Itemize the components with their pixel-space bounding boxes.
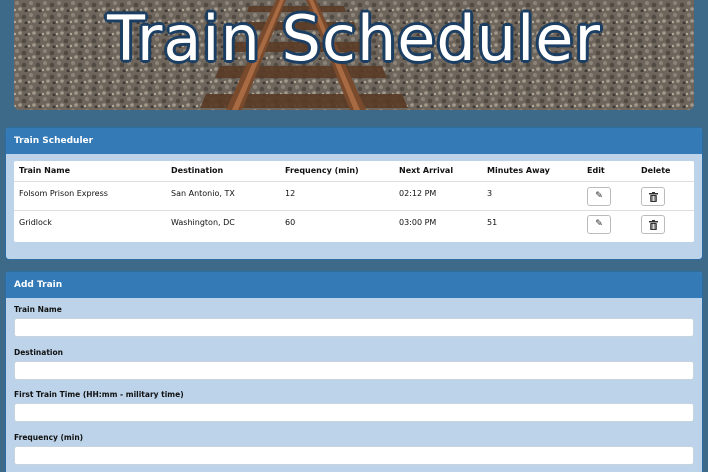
trash-icon — [648, 192, 658, 202]
table-header-row: Train Name Destination Frequency (min) N… — [14, 161, 694, 182]
delete-button[interactable] — [641, 187, 665, 206]
train-name-label: Train Name — [14, 305, 62, 314]
frequency-label: Frequency (min) — [14, 433, 84, 442]
destination-cell: San Antonio, TX — [171, 189, 235, 198]
edit-button[interactable]: ✎ — [587, 215, 611, 234]
pencil-icon: ✎ — [595, 219, 603, 229]
edit-button[interactable]: ✎ — [587, 187, 611, 206]
minutes-away-cell: 3 — [487, 189, 493, 198]
first-train-time-input[interactable] — [14, 403, 694, 422]
frequency-cell: 12 — [285, 189, 296, 198]
first-train-time-label: First Train Time (HH:mm - military time) — [14, 390, 184, 399]
train-name-cell: Gridlock — [19, 218, 52, 227]
column-header-frequency: Frequency (min) — [285, 166, 359, 175]
schedule-table: Train Name Destination Frequency (min) N… — [14, 161, 694, 242]
delete-button[interactable] — [641, 215, 665, 234]
next-arrival-cell: 02:12 PM — [399, 189, 437, 198]
schedule-panel-heading: Train Scheduler — [6, 128, 702, 154]
page-title: Train Scheduler — [107, 2, 601, 75]
add-train-panel: Add Train Train Name Destination First T… — [5, 271, 703, 472]
column-header-edit: Edit — [587, 166, 605, 175]
column-header-train-name: Train Name — [19, 166, 70, 175]
add-train-panel-heading: Add Train — [6, 272, 702, 298]
frequency-cell: 60 — [285, 218, 296, 227]
column-header-delete: Delete — [641, 166, 671, 175]
train-name-input[interactable] — [14, 318, 694, 337]
header-banner: Train Scheduler — [14, 0, 694, 110]
table-row: Folsom Prison Express San Antonio, TX 12… — [14, 182, 694, 211]
next-arrival-cell: 03:00 PM — [399, 218, 437, 227]
frequency-input[interactable] — [14, 446, 694, 465]
destination-input[interactable] — [14, 361, 694, 380]
schedule-panel: Train Scheduler Train Name Destination F… — [5, 127, 703, 260]
destination-cell: Washington, DC — [171, 218, 235, 227]
trash-icon — [648, 220, 658, 230]
destination-label: Destination — [14, 348, 63, 357]
train-name-cell: Folsom Prison Express — [19, 189, 108, 198]
column-header-next-arrival: Next Arrival — [399, 166, 454, 175]
column-header-minutes-away: Minutes Away — [487, 166, 550, 175]
table-row: Gridlock Washington, DC 60 03:00 PM 51 ✎ — [14, 211, 694, 242]
pencil-icon: ✎ — [595, 191, 603, 201]
minutes-away-cell: 51 — [487, 218, 498, 227]
column-header-destination: Destination — [171, 166, 224, 175]
